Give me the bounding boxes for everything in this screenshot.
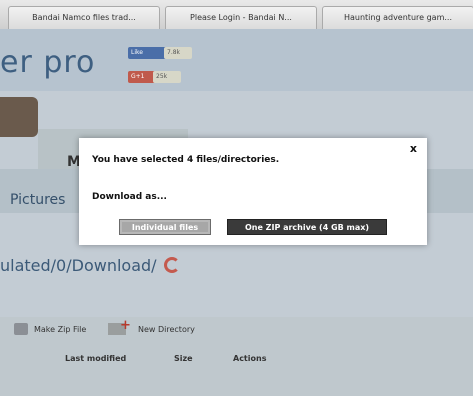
column-header-last-modified[interactable]: Last modified bbox=[65, 354, 126, 363]
browser-tab-haunting-adventure[interactable]: Haunting adventure gam... bbox=[322, 6, 473, 29]
download-dialog: x You have selected 4 files/directories.… bbox=[79, 138, 427, 245]
zip-file-icon bbox=[14, 323, 28, 335]
google-plus-button[interactable]: G+1 bbox=[128, 71, 156, 83]
facebook-like-button[interactable]: Like bbox=[128, 47, 167, 59]
banner-image bbox=[0, 97, 38, 137]
close-icon[interactable]: x bbox=[410, 142, 417, 155]
google-plus-count: 25k bbox=[153, 71, 181, 83]
download-as-label: Download as... bbox=[92, 192, 167, 202]
nav-item-pictures[interactable]: Pictures bbox=[10, 192, 65, 208]
site-logo-text: er pro bbox=[0, 45, 96, 80]
refresh-icon[interactable] bbox=[164, 257, 180, 273]
column-header-size[interactable]: Size bbox=[174, 354, 193, 363]
facebook-like-count: 7.8k bbox=[164, 47, 192, 59]
selection-message: You have selected 4 files/directories. bbox=[92, 155, 280, 165]
current-path: ulated/0/Download/ bbox=[0, 256, 157, 275]
browser-tab-please-login[interactable]: Please Login - Bandai N... bbox=[165, 6, 317, 29]
plus-icon: + bbox=[120, 318, 131, 333]
make-zip-button[interactable]: Make Zip File bbox=[34, 325, 86, 334]
column-header-actions: Actions bbox=[233, 354, 267, 363]
individual-files-button[interactable]: Individual files bbox=[119, 219, 211, 235]
new-directory-button[interactable]: New Directory bbox=[138, 325, 195, 334]
zip-archive-button[interactable]: One ZIP archive (4 GB max) bbox=[227, 219, 387, 235]
browser-tab-bandai-namco[interactable]: Bandai Namco files trad... bbox=[8, 6, 160, 29]
browser-tab-bar: Bandai Namco files trad... Please Login … bbox=[0, 0, 473, 30]
